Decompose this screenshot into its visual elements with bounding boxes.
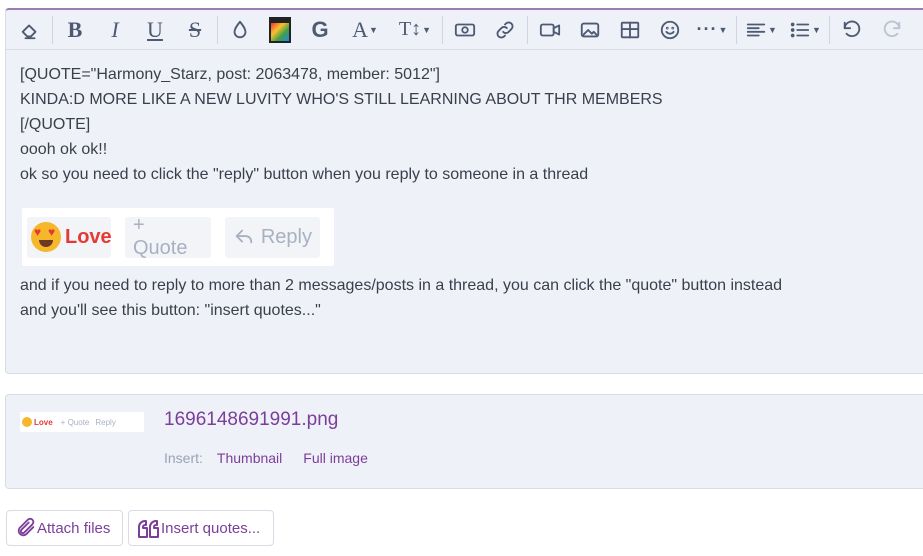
toolbar-divider (736, 15, 737, 44)
toolbar-divider (217, 15, 218, 44)
strikethrough-button[interactable]: S (175, 11, 215, 49)
italic-icon: I (111, 16, 119, 42)
align-left-icon (746, 23, 766, 36)
smiley-icon (660, 20, 680, 39)
content-line: [QUOTE="Harmony_Starz, post: 2063478, me… (20, 66, 440, 83)
more-options-dropdown[interactable]: ··· ▼ (690, 11, 734, 49)
droplet-icon (233, 20, 247, 38)
caret-down-icon: ▼ (768, 24, 777, 35)
bold-icon: B (67, 16, 83, 42)
reply-label: Reply (260, 225, 312, 248)
media-icon (454, 23, 476, 36)
insert-options: Insert: Thumbnail Full image (164, 450, 389, 466)
caret-down-icon: ▼ (718, 24, 728, 35)
strikethrough-icon: S (188, 16, 202, 42)
list-dropdown[interactable]: ▼ (783, 11, 827, 49)
content-line: oooh ok ok!! (20, 141, 108, 158)
insert-quotes-label: Insert quotes... (161, 519, 261, 537)
remove-formatting-button[interactable] (10, 11, 50, 49)
quote-marks-icon (138, 520, 159, 538)
toolbar-divider (52, 15, 53, 44)
thumb-love-label: Love (34, 417, 53, 427)
toolbar-divider (527, 15, 528, 44)
attach-files-label: Attach files (37, 519, 111, 537)
image-icon (580, 22, 600, 37)
insert-thumbnail-link[interactable]: Thumbnail (217, 450, 282, 466)
undo-button[interactable] (832, 11, 872, 49)
font-family-icon: A (352, 16, 368, 42)
embedded-reaction-image[interactable]: ♥ ♥ Love + Quote Reply (22, 208, 334, 266)
attachment-thumbnail[interactable]: Love + Quote Reply (20, 412, 144, 432)
caret-down-icon: ▼ (812, 24, 821, 35)
quote-button-image: + Quote (125, 214, 211, 259)
insert-quotes-button[interactable]: Insert quotes... (128, 510, 274, 546)
toolbar-divider (442, 15, 443, 44)
heart-eyes-emoji-icon: ♥ ♥ (31, 222, 61, 252)
content-line: KINDA:D MORE LIKE A NEW LUVITY WHO'S STI… (20, 91, 663, 108)
content-line: and you'll see this button: "insert quot… (20, 302, 321, 319)
table-icon (620, 21, 640, 38)
text-color-button[interactable] (220, 11, 260, 49)
undo-icon (843, 20, 861, 37)
link-button[interactable] (485, 11, 525, 49)
table-button[interactable] (610, 11, 650, 49)
media-button[interactable] (445, 11, 485, 49)
bold-button[interactable]: B (55, 11, 95, 49)
content-line: [/QUOTE] (20, 116, 91, 133)
attachment-panel: Love + Quote Reply 1696148691991.png Ins… (5, 394, 923, 489)
image-insert-button[interactable] (260, 11, 300, 49)
google-g-icon: G (311, 16, 329, 42)
content-line: ok so you need to click the "reply" butt… (20, 166, 589, 183)
editor-content[interactable]: [QUOTE="Harmony_Starz, post: 2063478, me… (20, 62, 900, 323)
video-icon (539, 23, 561, 36)
insert-label: Insert: (164, 450, 203, 466)
attachment-filename[interactable]: 1696148691991.png (164, 409, 338, 431)
insert-full-image-link[interactable]: Full image (303, 450, 368, 466)
image-button[interactable] (570, 11, 610, 49)
reply-button-image: Reply (225, 216, 320, 258)
underline-icon: U (147, 16, 163, 42)
reply-arrow-icon (235, 229, 253, 244)
thumb-quote-label: + Quote (60, 417, 90, 427)
content-line: and if you need to reply to more than 2 … (20, 277, 783, 294)
love-reaction: ♥ ♥ Love (27, 216, 112, 258)
eraser-icon (21, 23, 37, 39)
bullet-list-icon (790, 22, 810, 37)
google-button[interactable]: G (300, 11, 340, 49)
thumb-reply-label: Reply (95, 417, 116, 427)
video-button[interactable] (530, 11, 570, 49)
ellipsis-icon: ··· (696, 19, 718, 39)
font-size-icon: T↕ (398, 18, 422, 40)
redo-button[interactable] (872, 11, 912, 49)
colored-image-icon (269, 16, 291, 43)
italic-button[interactable]: I (95, 11, 135, 49)
quote-label: + Quote (133, 214, 188, 259)
caret-down-icon: ▼ (368, 24, 378, 35)
emoji-button[interactable] (650, 11, 690, 49)
paperclip-icon (17, 517, 35, 537)
heart-eyes-emoji-icon (22, 417, 32, 427)
caret-down-icon: ▼ (422, 24, 432, 35)
align-dropdown[interactable]: ▼ (739, 11, 783, 49)
toolbar-divider (829, 15, 830, 44)
redo-icon (883, 20, 901, 37)
attach-files-button[interactable]: Attach files (6, 510, 123, 546)
link-icon (496, 21, 514, 38)
editor-toolbar: B I U S G A ▼ T↕ ▼ ··· ▼ ▼ ▼ (6, 10, 923, 50)
underline-button[interactable]: U (135, 11, 175, 49)
font-family-dropdown[interactable]: A ▼ (340, 11, 390, 49)
love-label: Love (65, 225, 112, 248)
font-size-dropdown[interactable]: T↕ ▼ (390, 11, 440, 49)
